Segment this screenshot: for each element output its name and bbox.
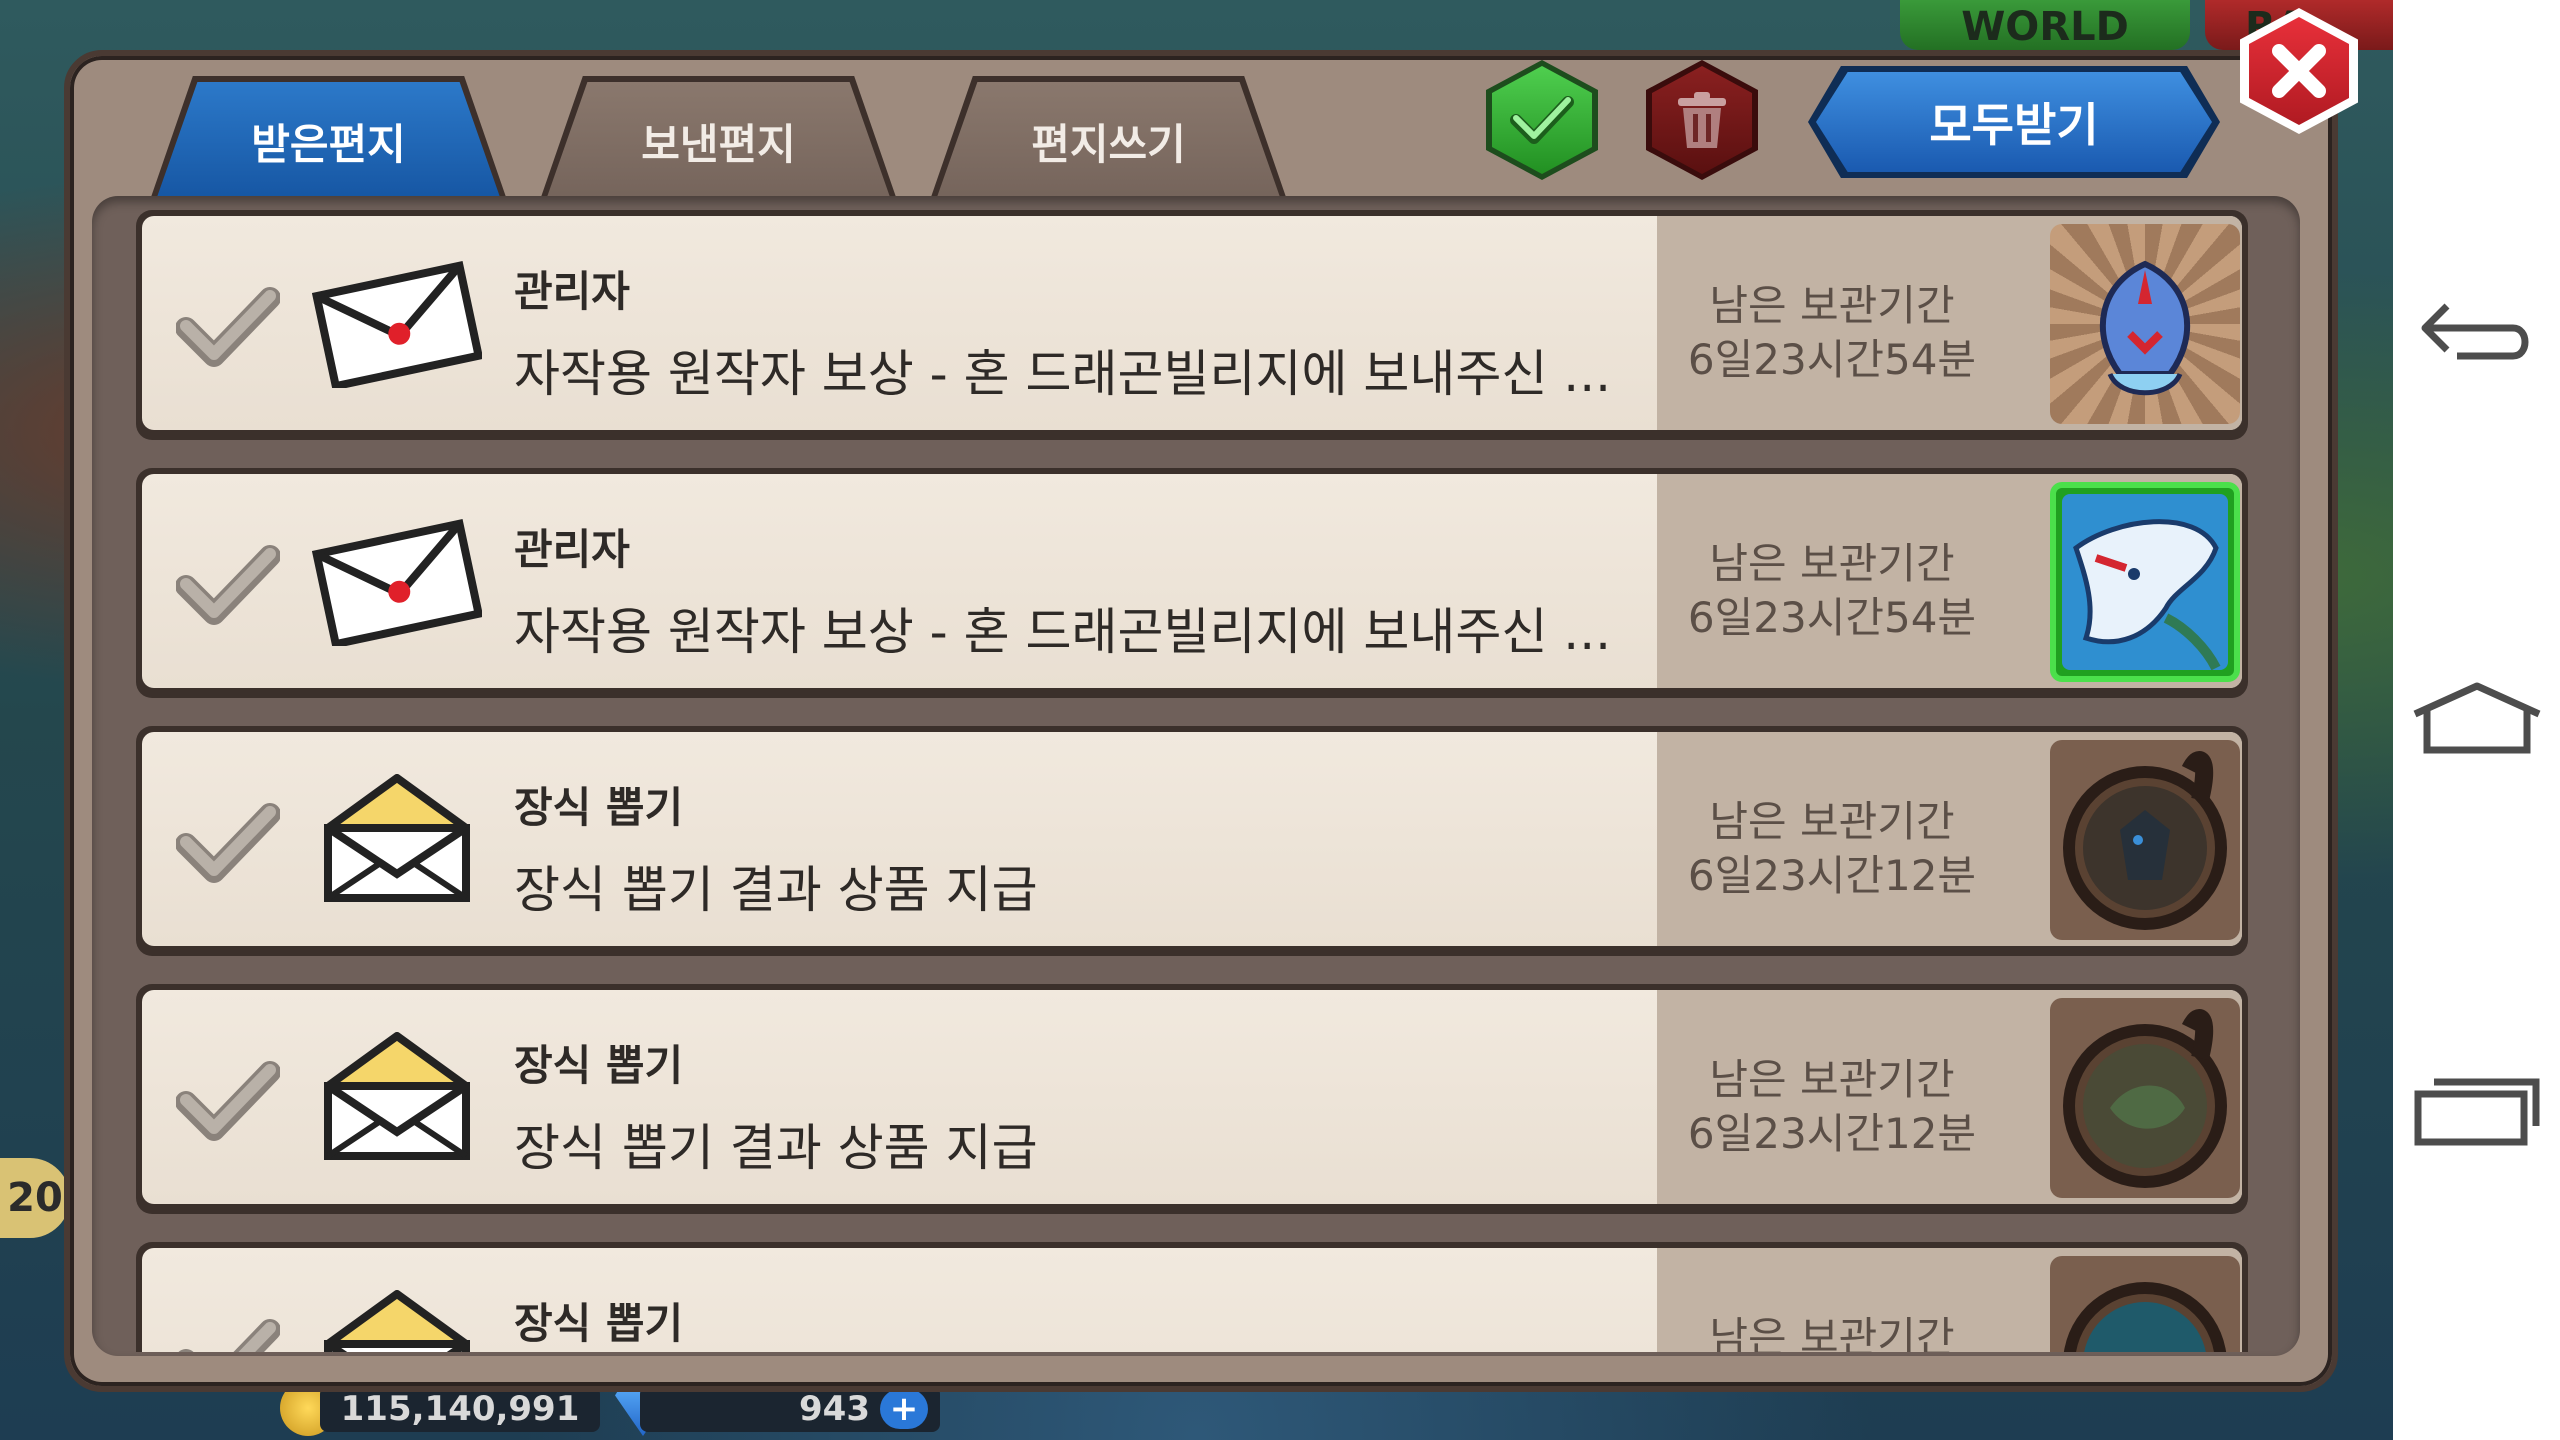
expiration-value: 6일23시간12분	[1687, 1109, 1977, 1158]
mail-subject: 장식 뽑기 결과 상품 지급	[514, 1119, 1038, 1177]
recent-apps-button[interactable]	[2393, 1040, 2560, 1180]
dark-frame-item-icon	[2063, 1282, 2227, 1352]
select-checkbox[interactable]	[176, 282, 280, 372]
add-gems-button[interactable]: +	[880, 1389, 928, 1429]
select-checkbox[interactable]	[176, 798, 280, 888]
mail-sender: 관리자	[514, 525, 630, 574]
expiration-label: 남은 보관기간	[1709, 1313, 1955, 1352]
receive-all-button[interactable]: 모두받기	[1816, 72, 2212, 172]
tab-compose[interactable]: 편지쓰기	[936, 82, 1281, 200]
reward-item-slot[interactable]	[2050, 1256, 2240, 1352]
home-button[interactable]	[2393, 650, 2560, 790]
back-icon	[2421, 303, 2528, 360]
sealed-envelope-icon	[312, 261, 482, 388]
open-envelope-icon	[324, 774, 470, 902]
expiration-label: 남은 보관기간	[1709, 281, 1955, 330]
mail-row-body: 관리자 자작용 원작자 보상 - 혼 드래곤빌리지에 보내주신 ... 남은 보…	[142, 216, 2242, 430]
sealed-envelope-icon	[312, 519, 482, 646]
close-icon	[2272, 44, 2326, 98]
expiration-value: 6일23시간12분	[1687, 851, 1977, 900]
blue-dragon-item-icon	[2062, 494, 2228, 671]
back-button[interactable]	[2393, 262, 2560, 402]
mail-row-body: 장식 뽑기 장식 뽑기 결과 상품 지급 남은 보관기간 6일23시간12분	[142, 990, 2242, 1204]
android-navigation-bar	[2393, 0, 2560, 1440]
home-icon	[2413, 682, 2540, 754]
reward-item-slot[interactable]	[2050, 482, 2240, 682]
player-level-badge: 20	[0, 1158, 70, 1238]
tab-sent-label: 보낸편지	[641, 119, 796, 169]
expiration-label: 남은 보관기간	[1709, 1055, 1955, 1104]
world-tab[interactable]: WORLD	[1900, 0, 2190, 50]
expiration-value: 6일23시간54분	[1687, 335, 1977, 384]
open-envelope-icon	[324, 1290, 470, 1352]
select-checkbox[interactable]	[176, 540, 280, 630]
close-button-face	[2249, 17, 2349, 125]
trash-icon	[1678, 92, 1726, 148]
mail-subject: 자작용 원작자 보상 - 혼 드래곤빌리지에 보내주신 ...	[514, 603, 1611, 661]
expiration-value: 6일23시간54분	[1687, 593, 1977, 642]
mail-row[interactable]: 장식 뽑기 장식 뽑기 결과 상품 지급 남은 보관기간 6일23시간12분	[136, 726, 2248, 956]
confirm-button-face	[1492, 66, 1592, 174]
reward-item-slot[interactable]	[2050, 740, 2240, 940]
tab-compose-label: 편지쓰기	[1031, 119, 1186, 169]
open-envelope-icon	[324, 1032, 470, 1160]
gold-counter: 115,140,991	[320, 1386, 600, 1432]
receive-all-label: 모두받기	[1929, 98, 2099, 152]
select-checkbox[interactable]	[176, 1314, 280, 1352]
checkmark-icon	[1510, 96, 1574, 144]
reward-item-slot[interactable]	[2050, 224, 2240, 424]
recent-apps-icon	[2414, 1078, 2539, 1146]
reward-item-slot[interactable]	[2050, 998, 2240, 1198]
delete-button-face	[1652, 66, 1752, 174]
dark-frame-item-icon	[2063, 1009, 2227, 1188]
mail-sender: 장식 뽑기	[514, 1299, 684, 1348]
tab-received-label: 받은편지	[251, 119, 406, 169]
mail-sender: 장식 뽑기	[514, 783, 684, 832]
mail-subject: 장식 뽑기 결과 상품 지급	[514, 861, 1038, 919]
expiration-label: 남은 보관기간	[1709, 539, 1955, 588]
tab-sent[interactable]: 보낸편지	[546, 82, 891, 200]
world-tab-label: WORLD	[1961, 4, 2129, 50]
blue-helmet-item-icon	[2099, 260, 2191, 396]
mail-row[interactable]: 관리자 자작용 원작자 보상 - 혼 드래곤빌리지에 보내주신 ... 남은 보…	[136, 468, 2248, 698]
mail-list[interactable]: 관리자 자작용 원작자 보상 - 혼 드래곤빌리지에 보내주신 ... 남은 보…	[128, 210, 2262, 1352]
mail-sender: 관리자	[514, 267, 630, 316]
mail-row[interactable]: 장식 뽑기 남은 보관기간	[136, 1242, 2248, 1352]
mail-row[interactable]: 관리자 자작용 원작자 보상 - 혼 드래곤빌리지에 보내주신 ... 남은 보…	[136, 210, 2248, 440]
tab-received[interactable]: 받은편지	[156, 82, 501, 200]
mail-subject: 자작용 원작자 보상 - 혼 드래곤빌리지에 보내주신 ...	[514, 345, 1611, 403]
expiration-label: 남은 보관기간	[1709, 797, 1955, 846]
mail-row[interactable]: 장식 뽑기 장식 뽑기 결과 상품 지급 남은 보관기간 6일23시간12분	[136, 984, 2248, 1214]
mail-row-body: 장식 뽑기 남은 보관기간	[142, 1248, 2242, 1352]
select-checkbox[interactable]	[176, 1056, 280, 1146]
mail-row-body: 장식 뽑기 장식 뽑기 결과 상품 지급 남은 보관기간 6일23시간12분	[142, 732, 2242, 946]
mail-row-body: 관리자 자작용 원작자 보상 - 혼 드래곤빌리지에 보내주신 ... 남은 보…	[142, 474, 2242, 688]
dark-frame-item-icon	[2063, 751, 2227, 930]
mail-sender: 장식 뽑기	[514, 1041, 684, 1090]
